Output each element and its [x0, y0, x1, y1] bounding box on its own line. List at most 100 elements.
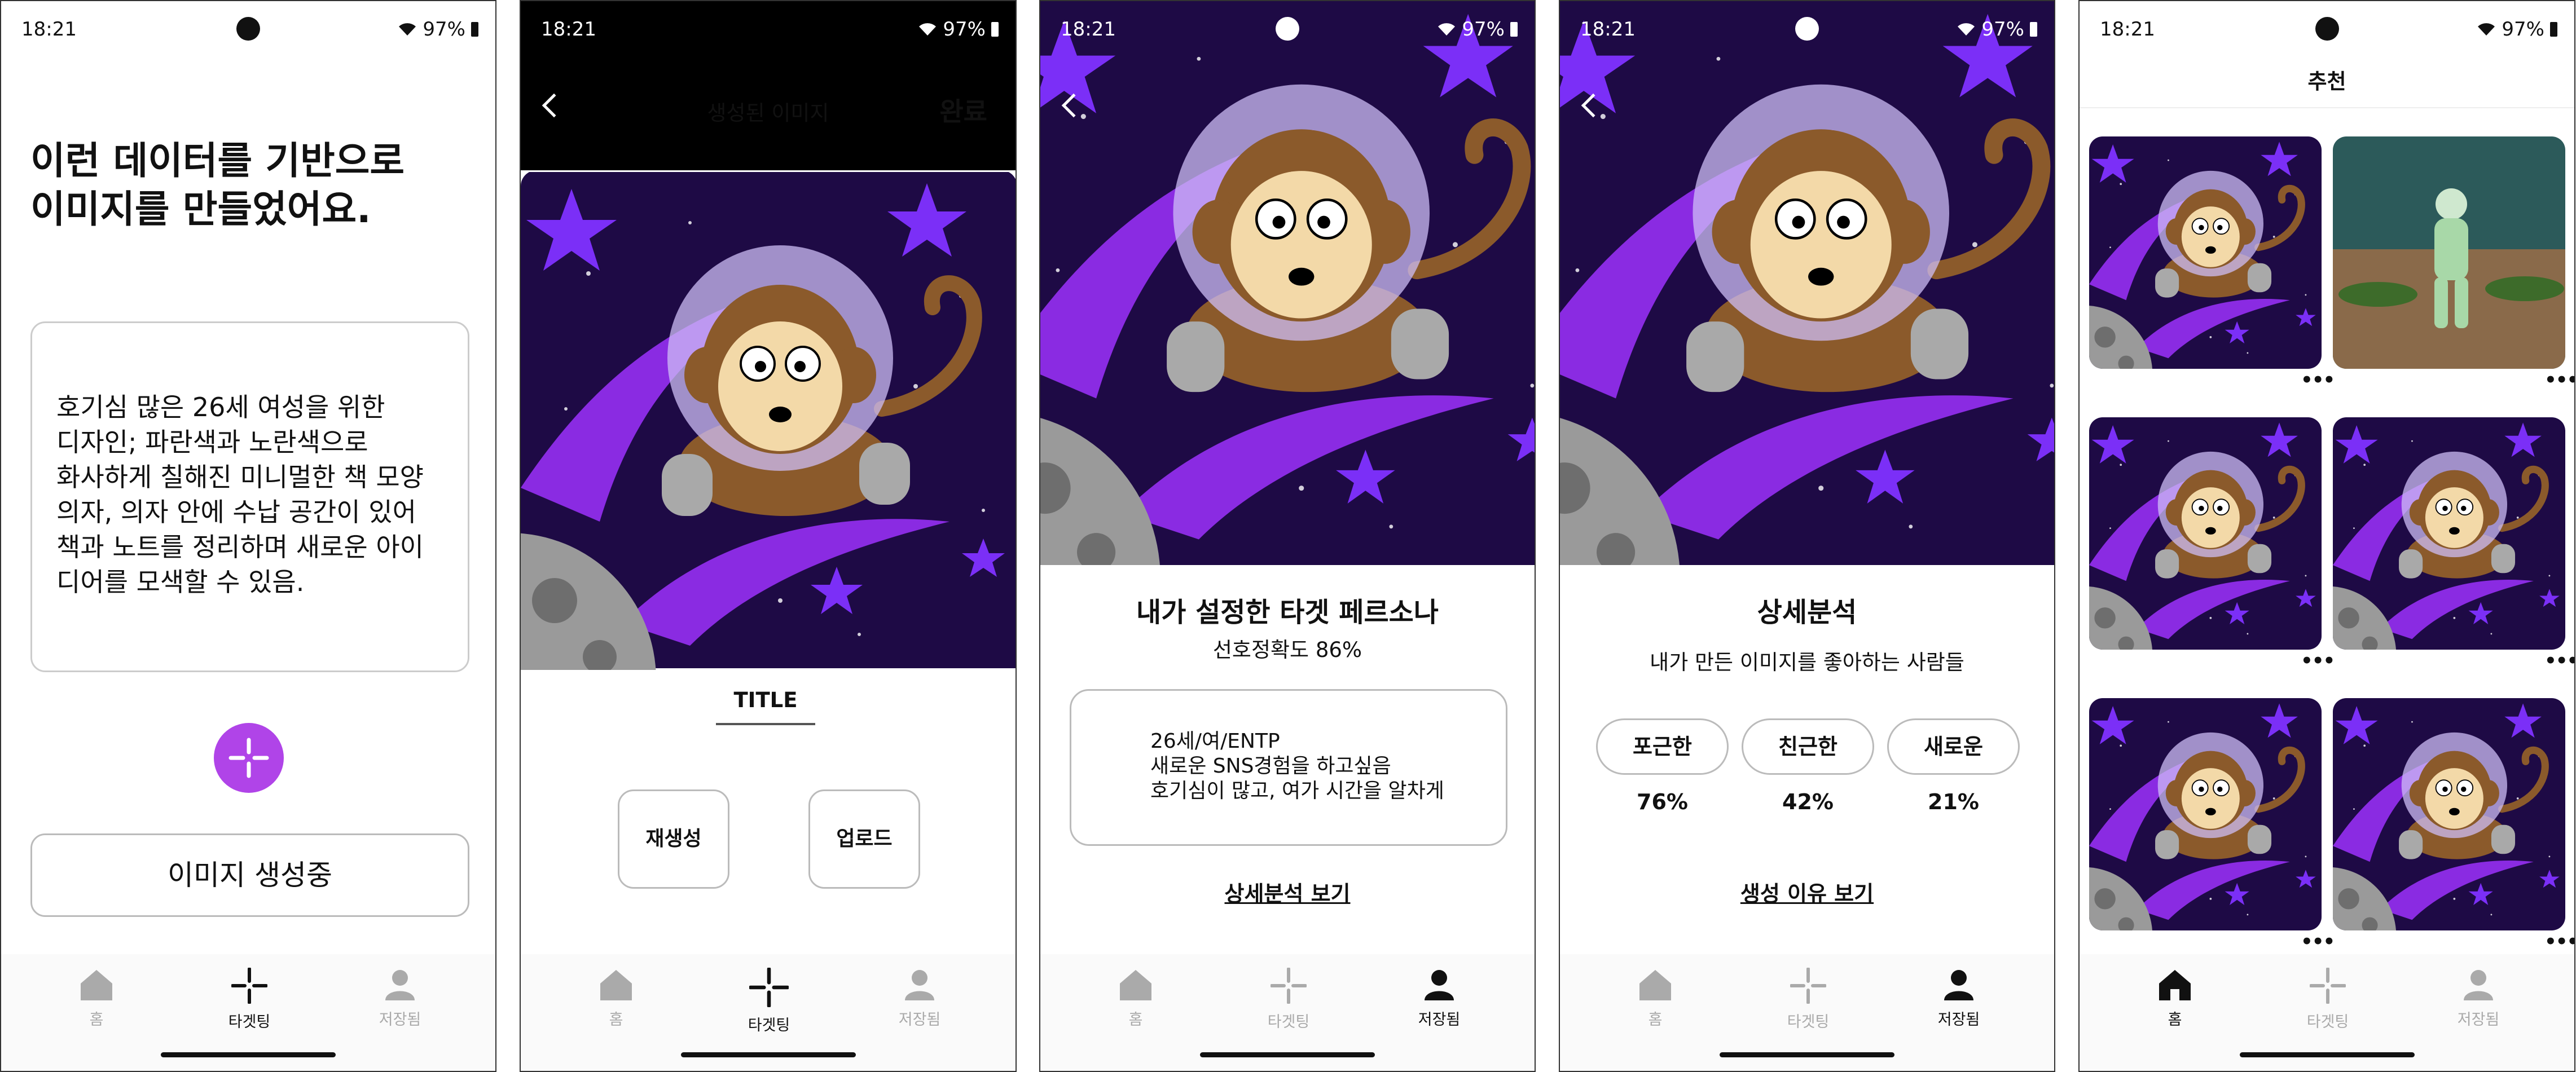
status-bar: 18:21 97%: [1560, 1, 2054, 58]
nav-targeting-label: 타겟팅: [1267, 1013, 1310, 1031]
persona-line: 26세/여/ENTP: [1150, 730, 1280, 753]
monkey-astronaut-image: [2333, 417, 2565, 650]
nav-saved[interactable]: 저장됨: [877, 968, 962, 1029]
more-options-icon[interactable]: •••: [2544, 369, 2574, 391]
bottom-nav: 홈 타겟팅 저장됨: [2080, 954, 2574, 1071]
generate-sparkle-button[interactable]: [214, 723, 284, 793]
bottom-nav: 홈 타겟팅 저장됨: [1, 954, 495, 1071]
detail-analysis-link[interactable]: 상세분석 보기: [1225, 881, 1351, 906]
upload-button[interactable]: 업로드: [808, 789, 920, 889]
prompt-line: 디어를 모색할 수 있음.: [56, 567, 305, 597]
nav-targeting[interactable]: 타겟팅: [2285, 968, 2370, 1031]
generated-image: [1560, 1, 2055, 565]
nav-saved-label: 저장됨: [898, 1011, 941, 1029]
home-indicator: [1200, 1052, 1375, 1057]
status-bar: 18:21 97%: [2080, 1, 2574, 58]
nav-targeting[interactable]: 타겟팅: [727, 968, 811, 1035]
nav-targeting[interactable]: 타겟팅: [1246, 968, 1331, 1031]
status-bar: 18:21 97%: [521, 1, 1016, 58]
generation-reason-link[interactable]: 생성 이유 보기: [1740, 881, 1874, 906]
home-icon: [2159, 970, 2191, 1000]
screen-detail-analysis: 18:21 97% 상세분석 내가 만든 이미지를 좋아하는 사람들 포근한 친…: [1559, 0, 2055, 1072]
status-time: 18:21: [1061, 18, 1116, 41]
home-icon: [600, 970, 632, 1000]
prompt-text-box: 호기심 많은 26세 여성을 위한 디자인; 파란색과 노란색으로 화사하게 칠…: [30, 321, 469, 672]
camera-cutout: [236, 17, 260, 41]
status-right: 97%: [1437, 18, 1518, 41]
nav-home[interactable]: 홈: [574, 968, 658, 1029]
trait-pill[interactable]: 친근한: [1742, 718, 1874, 775]
regenerate-button[interactable]: 재생성: [618, 789, 729, 889]
page-title-line-1: 이런 데이터를 기반으로: [30, 139, 405, 183]
trait-percent: 76%: [1637, 789, 1688, 814]
nav-targeting-label: 타겟팅: [748, 1017, 790, 1034]
screen-recommendations: 18:21 97% 추천 ••• ••• ••• ••• ••• ••• 홈 타…: [2078, 0, 2575, 1072]
trait-pill[interactable]: 포근한: [1596, 718, 1729, 775]
nav-home[interactable]: 홈: [1093, 968, 1178, 1029]
nav-targeting-label: 타겟팅: [1787, 1013, 1830, 1031]
prompt-line: 디자인; 파란색과 노란색으로: [56, 427, 368, 457]
nav-home-label: 홈: [2168, 1011, 2182, 1029]
nav-home-label: 홈: [609, 1011, 623, 1029]
more-options-icon[interactable]: •••: [2544, 930, 2574, 953]
grid-image[interactable]: [2089, 417, 2322, 650]
nav-targeting[interactable]: 타겟팅: [1766, 968, 1850, 1031]
nav-saved[interactable]: 저장됨: [1916, 968, 2001, 1029]
more-options-icon[interactable]: •••: [2301, 930, 2335, 953]
monkey-astronaut-image: [2089, 136, 2322, 369]
nav-targeting[interactable]: 타겟팅: [207, 968, 292, 1031]
battery-icon: [1510, 22, 1518, 37]
status-time: 18:21: [2100, 18, 2155, 41]
person-icon: [1944, 970, 1973, 1000]
home-indicator: [161, 1052, 336, 1057]
monkey-astronaut-image: [2089, 698, 2322, 930]
trait-pill[interactable]: 새로운: [1887, 718, 2020, 775]
battery-percent: 97%: [1462, 18, 1505, 41]
nav-home[interactable]: 홈: [1613, 968, 1698, 1029]
nav-home[interactable]: 홈: [2133, 968, 2217, 1029]
status-bar: 18:21 97%: [1040, 1, 1535, 58]
more-options-icon[interactable]: •••: [2301, 369, 2335, 391]
nav-saved[interactable]: 저장됨: [1397, 968, 1482, 1029]
generation-reason-link-wrap: 생성 이유 보기: [1560, 876, 2054, 907]
person-icon: [1425, 970, 1454, 1000]
prompt-line: 화사하게 칠해진 미니멀한 책 모양: [56, 462, 424, 492]
persona-box: 26세/여/ENTP 새로운 SNS경험을 하고싶음 호기심이 많고, 여가 시…: [1070, 689, 1507, 846]
grid-image[interactable]: [2089, 136, 2322, 369]
battery-icon: [991, 22, 999, 37]
home-icon: [81, 970, 112, 1000]
recommend-title: 추천: [2307, 69, 2346, 94]
sparkle-icon: [1790, 968, 1826, 1004]
grid-image[interactable]: [2333, 136, 2565, 369]
battery-percent: 97%: [423, 18, 465, 41]
monkey-astronaut-image: [2333, 698, 2565, 930]
screen-generated-image: 18:21 97% 생성된 이미지 완료 TITLE 재생성 업로드 홈 타겟팅…: [520, 0, 1017, 1072]
status-time: 18:21: [21, 18, 77, 41]
trait-percent: 42%: [1782, 789, 1834, 814]
monkey-astronaut-image: [521, 170, 1017, 670]
grid-image[interactable]: [2333, 417, 2565, 650]
more-options-icon[interactable]: •••: [2301, 650, 2335, 672]
nav-home-label: 홈: [1648, 1011, 1663, 1029]
camera-cutout: [2315, 17, 2339, 41]
battery-icon: [2550, 22, 2557, 37]
camera-cutout: [1276, 17, 1299, 41]
status-time: 18:21: [541, 18, 596, 41]
battery-percent: 97%: [1981, 18, 2024, 41]
wifi-icon: [1958, 23, 1975, 36]
nav-saved-label: 저장됨: [379, 1011, 421, 1029]
more-options-icon[interactable]: •••: [2544, 650, 2574, 672]
nav-home[interactable]: 홈: [54, 968, 139, 1029]
done-button[interactable]: 완료: [939, 91, 987, 129]
grid-image[interactable]: [2333, 698, 2565, 930]
nav-saved[interactable]: 저장됨: [2436, 968, 2521, 1029]
home-indicator: [680, 1052, 856, 1057]
person-icon: [2464, 970, 2493, 1000]
nav-saved[interactable]: 저장됨: [358, 968, 442, 1029]
grid-image[interactable]: [2089, 698, 2322, 930]
person-icon: [905, 970, 934, 1000]
title-tab[interactable]: TITLE: [716, 688, 815, 725]
status-right: 97%: [918, 18, 999, 41]
sparkle-icon: [749, 968, 789, 1007]
image-generating-button[interactable]: 이미지 생성중: [30, 833, 469, 917]
